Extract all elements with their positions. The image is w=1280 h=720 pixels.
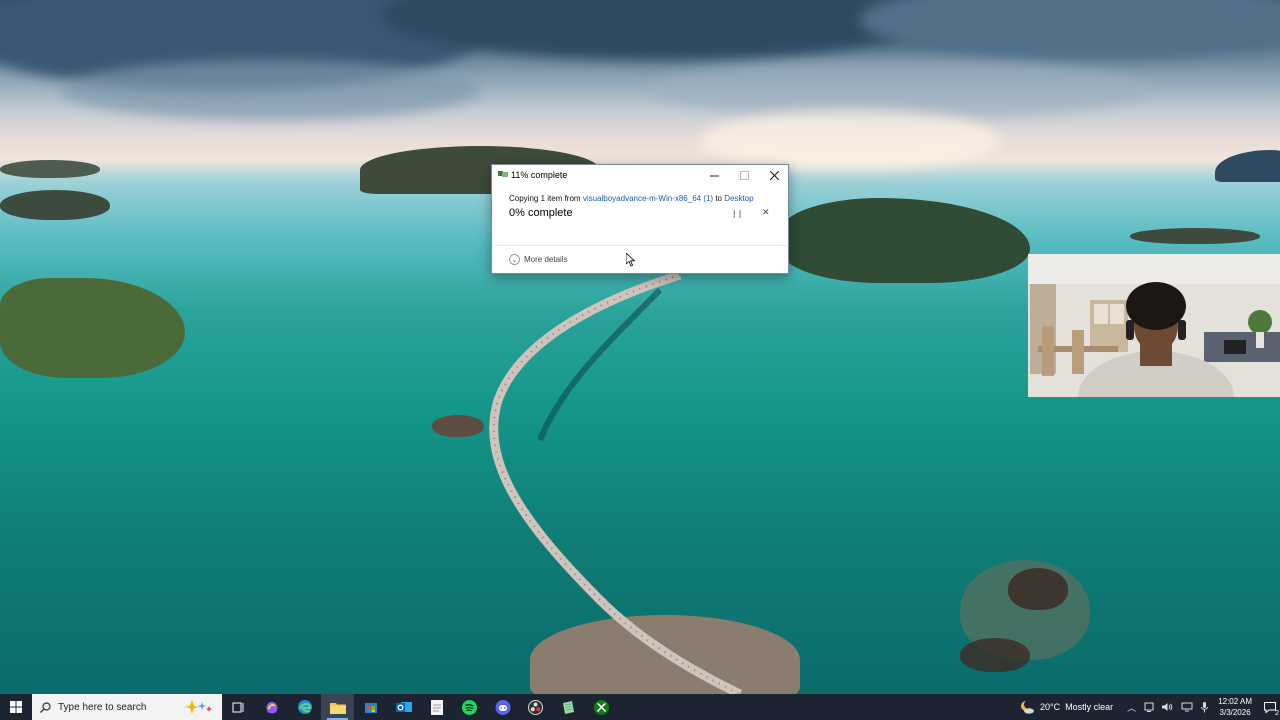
dialog-title: 11% complete [511, 170, 568, 180]
destination-folder-link[interactable]: Desktop [724, 194, 753, 203]
cancel-icon: ✕ [762, 207, 770, 217]
copy-progress-dialog[interactable]: 11% complete Copying 1 item from visualb… [491, 164, 789, 274]
minimize-icon [709, 175, 719, 176]
volume-icon[interactable] [1162, 702, 1173, 712]
clock[interactable]: 12:02 AM 3/3/2026 [1218, 696, 1252, 718]
cancel-button[interactable]: ✕ [762, 207, 770, 218]
discord-button[interactable] [486, 694, 519, 720]
chevron-up-icon[interactable]: ︿ [1127, 701, 1136, 714]
network-icon[interactable] [1181, 702, 1193, 712]
copilot-icon [265, 701, 277, 714]
source-folder-link[interactable]: visualboyadvance-m-Win-x86_64 (1) [583, 194, 713, 203]
more-details-label: More details [524, 255, 568, 264]
moon-cloud-icon [1021, 700, 1035, 714]
webcam-overlay [1028, 254, 1280, 397]
close-button[interactable] [759, 165, 789, 185]
store-icon [364, 703, 377, 713]
edge-button[interactable] [288, 694, 321, 720]
dialog-divider [492, 245, 788, 246]
copy-description: Copying 1 item from visualboyadvance-m-W… [509, 194, 754, 203]
copy-prefix-text: Copying 1 item from [509, 194, 583, 203]
chevron-down-icon: ⌄ [509, 254, 520, 265]
search-highlight-icon [184, 700, 212, 714]
maximize-button[interactable] [729, 165, 759, 185]
search-icon [40, 701, 51, 713]
clock-time: 12:02 AM [1218, 697, 1252, 706]
edge-icon [297, 700, 312, 714]
weather-condition-text: Mostly clear [1065, 702, 1114, 712]
task-view-icon [232, 702, 244, 712]
maximize-icon [739, 170, 749, 180]
device-icon[interactable] [1144, 702, 1154, 712]
task-view-button[interactable] [222, 694, 255, 720]
tray-icons: ︿ [1127, 701, 1209, 714]
file-explorer-button[interactable] [321, 694, 354, 720]
percent-complete-text: 0% complete [509, 207, 573, 219]
notification-count: 2 [1275, 710, 1279, 717]
taskbar-search-box[interactable]: Type here to search [32, 694, 222, 720]
mouse-cursor-icon [626, 253, 635, 267]
system-tray: 20°C Mostly clear ︿ 12:02 AM 3/3/2026 2 [1019, 694, 1280, 720]
discord-icon [495, 699, 510, 715]
weather-widget[interactable]: 20°C Mostly clear [1019, 700, 1113, 714]
notification-center-button[interactable]: 2 [1260, 694, 1280, 720]
spotify-icon [462, 699, 477, 715]
copy-files-icon [498, 171, 508, 177]
xbox-icon [594, 699, 609, 715]
taskbar: Type here to search 20°C Mostly clear ︿ … [0, 694, 1280, 720]
copilot-button[interactable] [255, 694, 288, 720]
notepad-plus-icon [563, 700, 574, 714]
notepad-button[interactable] [420, 694, 453, 720]
obs-button[interactable] [519, 694, 552, 720]
search-placeholder: Type here to search [58, 701, 147, 713]
microsoft-store-button[interactable] [354, 694, 387, 720]
folder-icon [329, 702, 346, 714]
microphone-icon[interactable] [1201, 701, 1209, 713]
outlook-icon [395, 702, 412, 712]
windows-logo-icon [10, 701, 22, 713]
xbox-button[interactable] [585, 694, 618, 720]
temperature-text: 20°C [1040, 702, 1061, 712]
pause-icon: ❙❙ [731, 209, 743, 218]
pause-button[interactable]: ❙❙ [731, 209, 743, 218]
close-icon [769, 170, 779, 180]
outlook-button[interactable] [387, 694, 420, 720]
notepad-icon [430, 699, 443, 715]
obs-icon [528, 699, 543, 715]
dialog-titlebar[interactable]: 11% complete [492, 165, 788, 185]
more-details-button[interactable]: ⌄ More details [509, 254, 568, 265]
minimize-button[interactable] [699, 165, 729, 185]
start-button[interactable] [0, 694, 32, 720]
copy-mid-text: to [713, 194, 725, 203]
webcam-scene [1028, 254, 1280, 397]
notepad-plus-button[interactable] [552, 694, 585, 720]
clock-date: 3/3/2026 [1219, 708, 1251, 717]
spotify-button[interactable] [453, 694, 486, 720]
